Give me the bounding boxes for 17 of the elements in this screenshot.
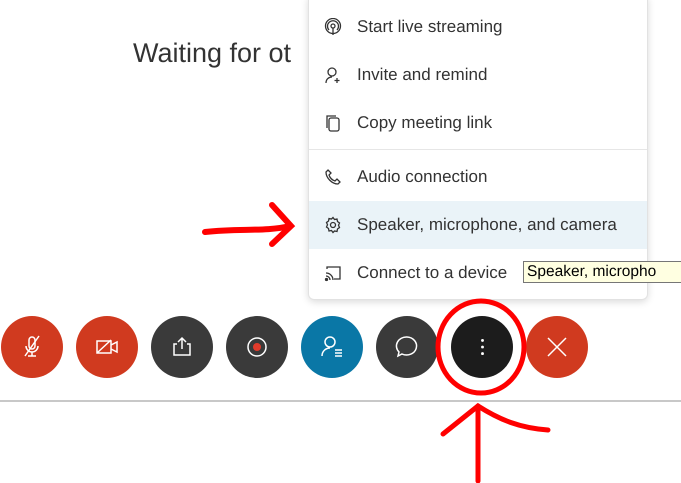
person-add-icon [324, 66, 342, 84]
phone-icon [324, 168, 342, 186]
copy-icon [324, 114, 342, 132]
menu-item[interactable]: Invite and remind [309, 51, 647, 99]
settings-icon [324, 216, 342, 234]
participants-icon [319, 334, 345, 360]
menu-item[interactable]: Audio connection [309, 153, 647, 201]
more-button[interactable] [451, 316, 513, 378]
waiting-heading: Waiting for ot [133, 38, 292, 69]
menu-item[interactable]: Speaker, microphone, and camera [309, 201, 647, 249]
chat-icon [394, 334, 420, 360]
cast-icon [324, 264, 342, 282]
broadcast-icon [324, 18, 342, 36]
tooltip: Speaker, micropho [523, 261, 681, 283]
menu-item[interactable]: Start live streaming [309, 3, 647, 51]
more-icon [480, 339, 484, 355]
menu-item[interactable]: Copy meeting link [309, 99, 647, 147]
